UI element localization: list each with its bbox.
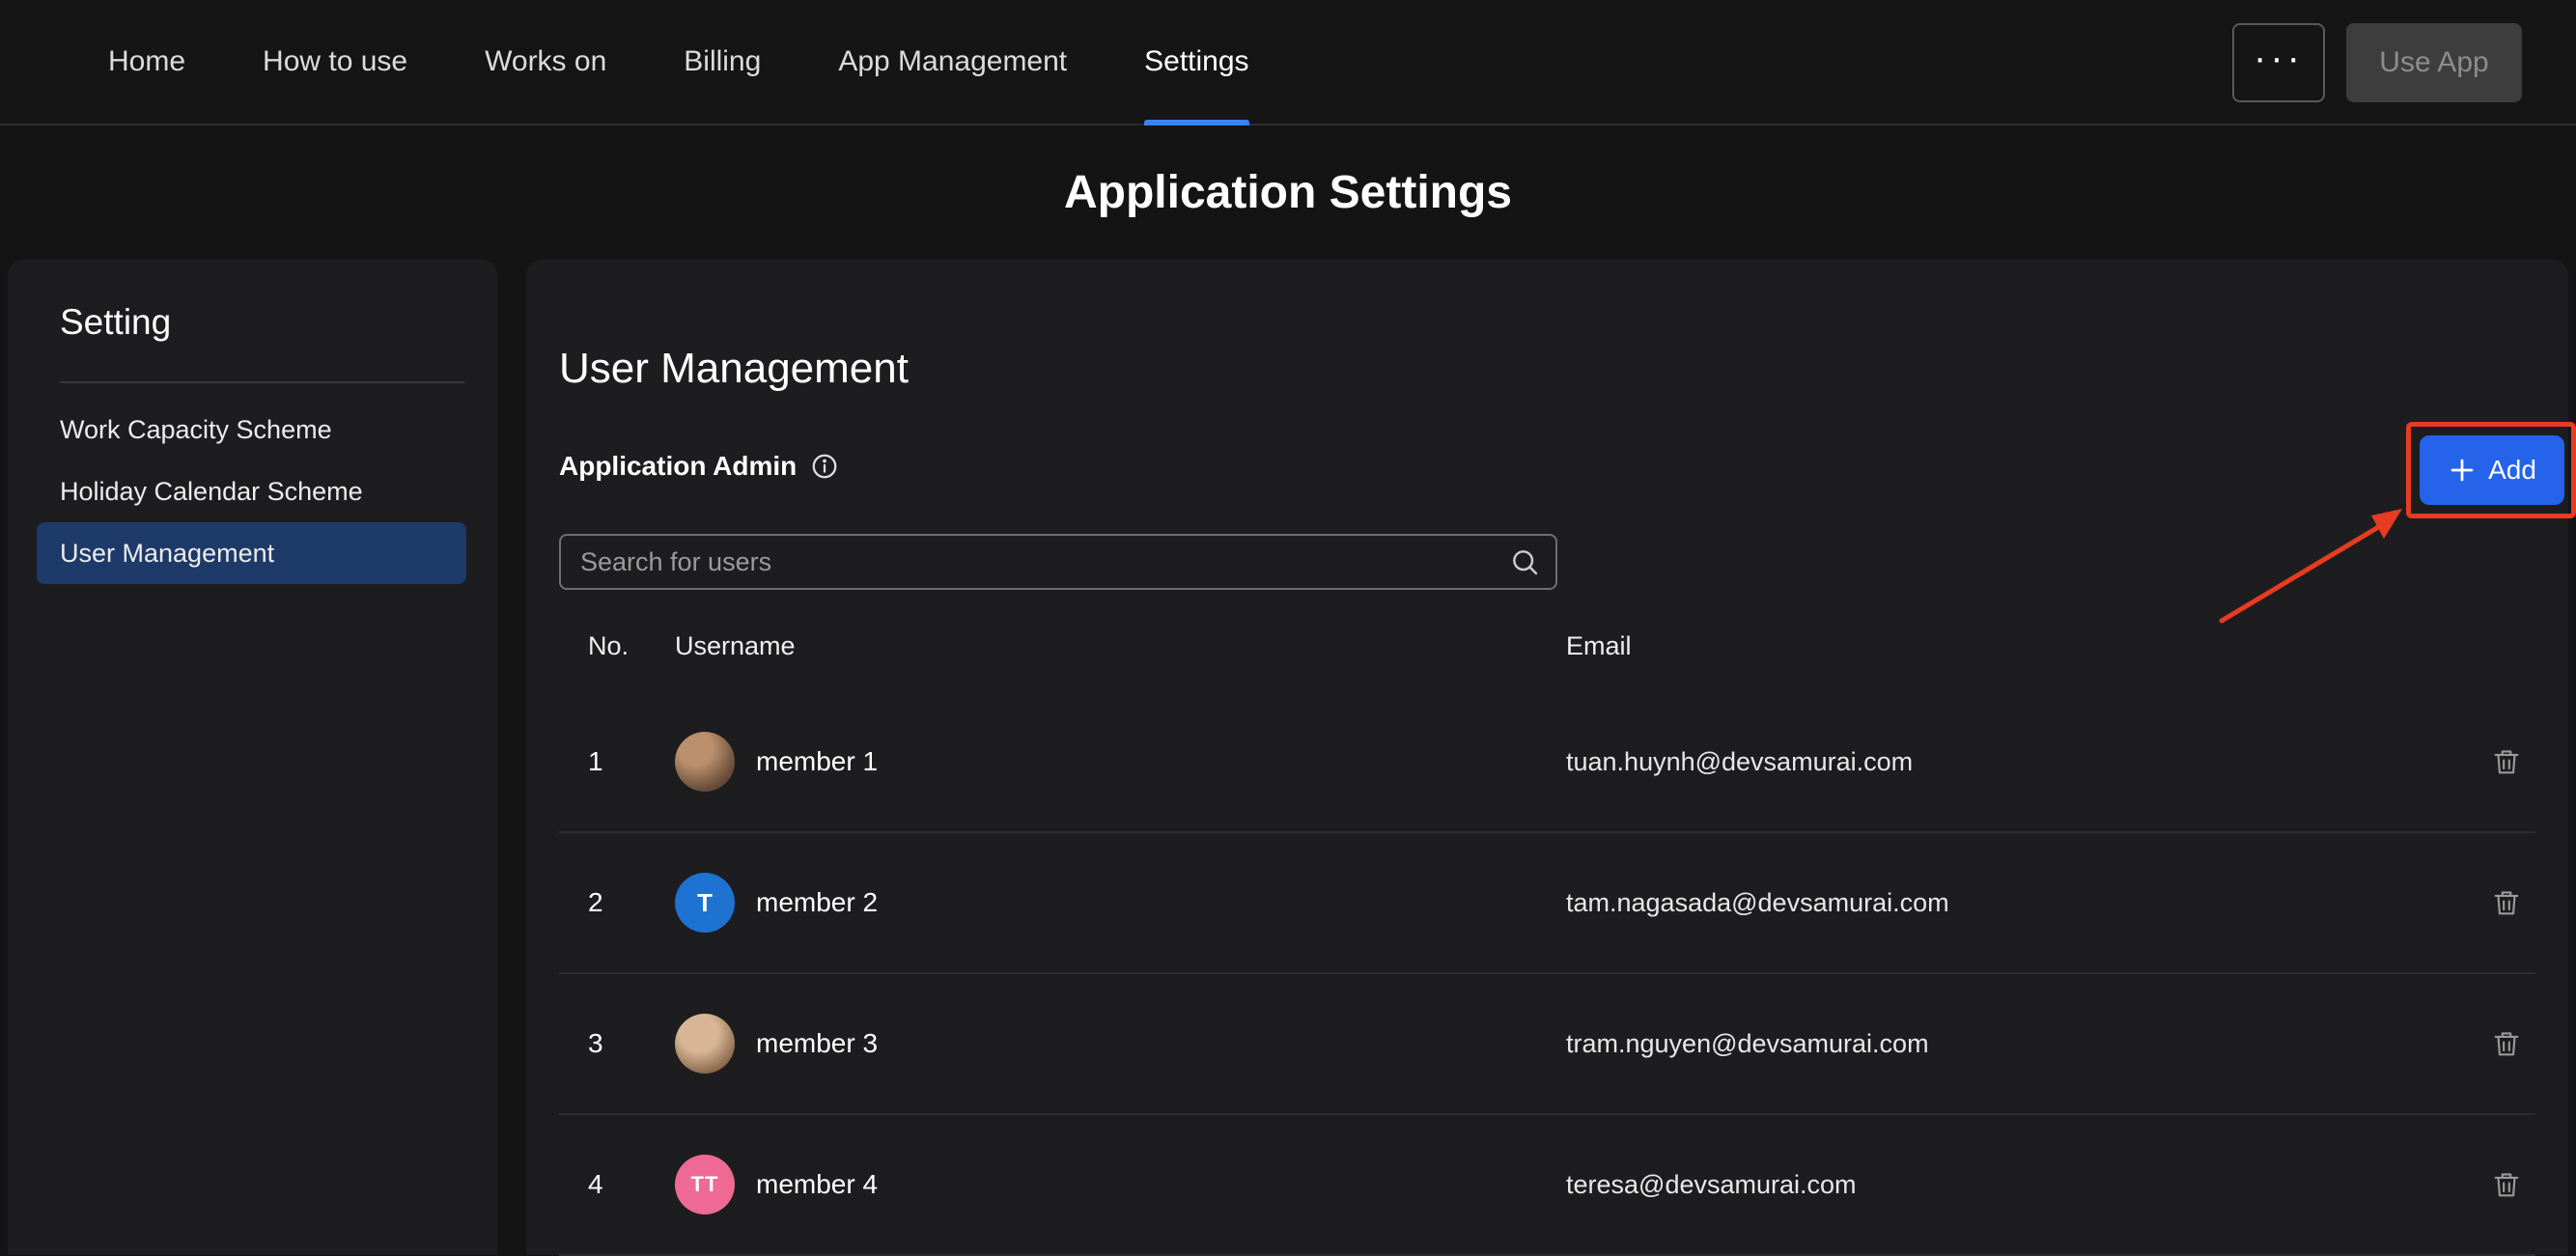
username: member 2: [756, 887, 878, 918]
avatar: T: [675, 873, 735, 933]
application-admin-row: Application Admin: [559, 451, 839, 482]
delete-icon[interactable]: [2490, 886, 2523, 919]
search-icon: [1509, 546, 1540, 577]
table-body: 1 member 1 tuan.huynh@devsamurai.com 2 T…: [559, 692, 2535, 1256]
sidebar-title: Setting: [60, 302, 497, 343]
username: member 1: [756, 746, 878, 777]
header-no: No.: [588, 631, 675, 661]
username: member 3: [756, 1028, 878, 1059]
avatar: [675, 732, 735, 792]
table-row: 4 TT member 4 teresa@devsamurai.com: [559, 1115, 2535, 1256]
user-cell: T member 2: [675, 873, 1566, 933]
top-navbar: Home How to use Works on Billing App Man…: [0, 0, 2576, 126]
search-input[interactable]: [561, 547, 1509, 577]
add-button-label: Add: [2488, 455, 2536, 486]
main-panel: User Management Application Admin No. Us…: [526, 260, 2568, 1255]
user-cell: TT member 4: [675, 1155, 1566, 1214]
delete-icon[interactable]: [2490, 745, 2523, 778]
info-icon[interactable]: [810, 452, 839, 481]
email: tuan.huynh@devsamurai.com: [1566, 747, 2478, 777]
settings-sidebar: Setting Work Capacity Scheme Holiday Cal…: [8, 260, 497, 1255]
section-title: User Management: [559, 345, 909, 393]
avatar: [675, 1014, 735, 1074]
user-cell: member 1: [675, 732, 1566, 792]
user-table: No. Username Email 1 member 1 tuan.huynh…: [559, 619, 2535, 1256]
sidebar-items: Work Capacity Scheme Holiday Calendar Sc…: [8, 399, 497, 584]
delete-icon[interactable]: [2490, 1027, 2523, 1060]
table-header-row: No. Username Email: [559, 619, 2535, 673]
row-number: 4: [588, 1169, 675, 1200]
nav-item-app-management[interactable]: App Management: [838, 0, 1067, 124]
more-options-button[interactable]: ···: [2232, 23, 2325, 102]
nav-item-home[interactable]: Home: [108, 0, 185, 124]
nav-item-works-on[interactable]: Works on: [485, 0, 606, 124]
table-row: 3 member 3 tram.nguyen@devsamurai.com: [559, 974, 2535, 1115]
ellipsis-icon: ···: [2254, 37, 2304, 80]
add-button[interactable]: Add: [2420, 435, 2564, 505]
avatar: TT: [675, 1155, 735, 1214]
email: tam.nagasada@devsamurai.com: [1566, 888, 2478, 918]
delete-icon[interactable]: [2490, 1168, 2523, 1201]
header-username: Username: [675, 631, 1566, 661]
search-box: [559, 534, 1557, 590]
user-cell: member 3: [675, 1014, 1566, 1074]
header-email: Email: [1566, 631, 2478, 661]
plus-icon: [2448, 456, 2477, 485]
username: member 4: [756, 1169, 878, 1200]
sidebar-divider: [60, 381, 464, 383]
email: teresa@devsamurai.com: [1566, 1170, 2478, 1200]
table-row: 1 member 1 tuan.huynh@devsamurai.com: [559, 692, 2535, 833]
email: tram.nguyen@devsamurai.com: [1566, 1029, 2478, 1059]
nav-item-how-to-use[interactable]: How to use: [263, 0, 407, 124]
sidebar-item-user-management[interactable]: User Management: [37, 522, 466, 584]
nav-item-settings[interactable]: Settings: [1144, 0, 1248, 124]
nav-item-billing[interactable]: Billing: [684, 0, 761, 124]
nav-actions: ··· Use App: [2232, 23, 2522, 102]
nav-items: Home How to use Works on Billing App Man…: [108, 0, 1249, 124]
row-number: 2: [588, 887, 675, 918]
row-number: 1: [588, 746, 675, 777]
table-row: 2 T member 2 tam.nagasada@devsamurai.com: [559, 833, 2535, 974]
use-app-button[interactable]: Use App: [2346, 23, 2522, 102]
application-admin-label: Application Admin: [559, 451, 797, 482]
sidebar-item-holiday-calendar-scheme[interactable]: Holiday Calendar Scheme: [8, 461, 497, 522]
sidebar-item-work-capacity-scheme[interactable]: Work Capacity Scheme: [8, 399, 497, 461]
row-number: 3: [588, 1028, 675, 1059]
page-title: Application Settings: [0, 166, 2576, 219]
